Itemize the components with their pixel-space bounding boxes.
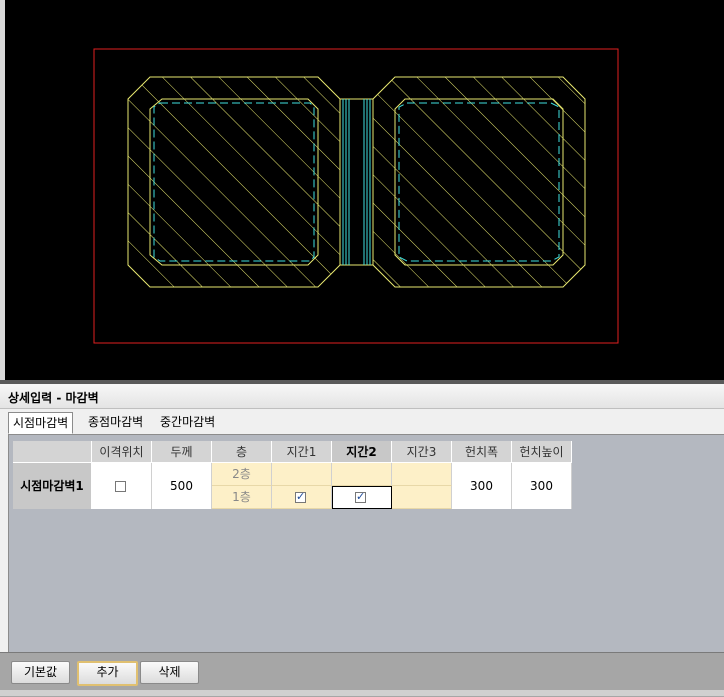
floor-2f-cell: 2층 <box>212 463 272 486</box>
haunch-height-cell[interactable]: 300 <box>512 463 572 509</box>
col-header-floor[interactable]: 층 <box>212 441 272 463</box>
haunch-width-cell[interactable]: 300 <box>452 463 512 509</box>
status-strip <box>0 690 724 696</box>
offset-checkbox[interactable] <box>115 481 126 492</box>
tab-middle-wall[interactable]: 중간마감벽 <box>156 412 219 432</box>
span2-2f-cell[interactable] <box>332 463 392 486</box>
center-wall <box>339 98 374 266</box>
span1-1f-cell[interactable] <box>272 486 332 509</box>
floor-1f-cell: 1층 <box>212 486 272 509</box>
col-header-haunch-height[interactable]: 헌치높이 <box>512 441 572 463</box>
span2-1f-cell[interactable] <box>332 486 392 509</box>
span1-2f-cell[interactable] <box>272 463 332 486</box>
col-header-haunch-width[interactable]: 헌치폭 <box>452 441 512 463</box>
tab-bar: 시점마감벽 종점마감벽 중간마감벽 <box>8 412 724 434</box>
grid-area: 이격위치 두께 층 지간1 지간2 지간3 헌치폭 헌치높이 시점마감벽1 50… <box>8 434 724 653</box>
row-header[interactable]: 시점마감벽1 <box>13 463 92 509</box>
delete-button[interactable]: 삭제 <box>140 661 199 684</box>
corner-header <box>13 441 92 463</box>
tab-start-wall[interactable]: 시점마감벽 <box>8 412 74 434</box>
span3-2f-cell[interactable] <box>392 463 452 486</box>
panel-title: 상세입력 - 마감벽 <box>8 391 99 405</box>
span2-1f-checkbox[interactable] <box>355 490 366 503</box>
col-header-thickness[interactable]: 두께 <box>152 441 212 463</box>
col-header-span2[interactable]: 지간2 <box>332 441 392 463</box>
thickness-cell[interactable]: 500 <box>152 463 212 509</box>
span1-1f-checkbox[interactable] <box>295 490 306 503</box>
span3-1f-cell[interactable] <box>392 486 452 509</box>
panel-header: 상세입력 - 마감벽 <box>0 384 724 409</box>
offset-cell[interactable] <box>92 463 152 509</box>
tab-end-wall[interactable]: 종점마감벽 <box>84 412 147 432</box>
col-header-offset[interactable]: 이격위치 <box>92 441 152 463</box>
col-header-span1[interactable]: 지간1 <box>272 441 332 463</box>
default-button[interactable]: 기본값 <box>11 661 70 684</box>
drawing-viewport[interactable] <box>0 0 724 380</box>
col-header-span3[interactable]: 지간3 <box>392 441 452 463</box>
add-button[interactable]: 추가 <box>77 661 138 686</box>
section-drawing <box>93 48 619 344</box>
